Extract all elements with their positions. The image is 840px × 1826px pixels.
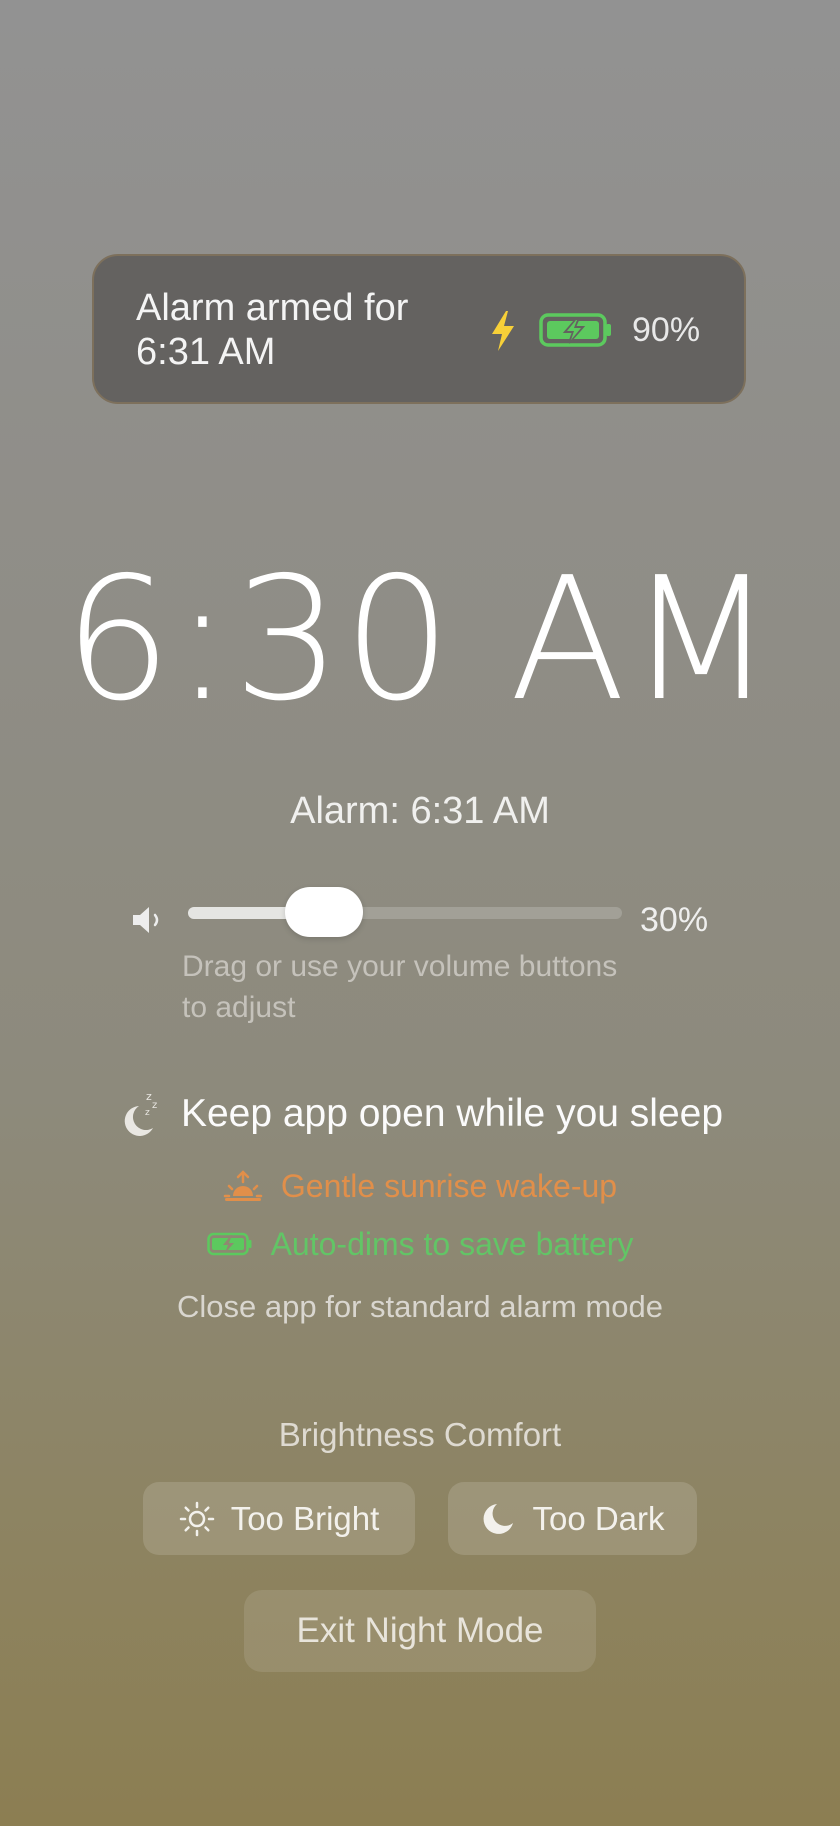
alarm-time-label: Alarm: 6:31 AM [290,790,550,832]
volume-slider-thumb[interactable] [285,887,364,937]
volume-hint-line2: to adjust [182,991,296,1024]
moon-zzz-icon: z z z [124,1090,157,1136]
moon-icon [484,1503,514,1534]
feature-sunrise-text: Gentle sunrise wake-up [280,1168,618,1204]
volume-slider-track[interactable] [188,907,622,919]
battery-charging-icon [539,313,611,347]
feature-battery: Auto-dims to save battery [0,1222,840,1266]
volume-percent: 30% [640,901,709,939]
alarm-armed-text: Alarm armed for 6:31 AM [136,286,436,374]
brightness-label: Brightness Comfort [278,1416,562,1453]
too-bright-label: Too Bright [230,1499,380,1537]
feature-sunrise: Gentle sunrise wake-up [0,1164,840,1208]
exit-night-mode-label: Exit Night Mode [296,1611,544,1650]
svg-text:z: z [152,1100,157,1111]
feature-battery-text: Auto-dims to save battery [270,1226,634,1262]
alarm-status-card: Alarm armed for 6:31 AM 90% [92,254,746,404]
current-time: 6:30 AM [63,541,777,739]
exit-night-mode-button[interactable]: Exit Night Mode [244,1590,596,1672]
battery-percent: 90% [632,311,701,349]
volume-hint: Drag or use your volume buttons to adjus… [182,946,682,1028]
bolt-icon [492,311,514,351]
sleep-title: Keep app open while you sleep [180,1092,724,1135]
alarm-armed-line1: Alarm armed for [136,287,409,329]
sleep-heading: z z z Keep app open while you sleep [0,1086,840,1142]
too-dark-label: Too Dark [532,1499,665,1537]
close-app-note: Close app for standard alarm mode [177,1289,663,1324]
too-dark-button[interactable]: Too Dark [448,1482,697,1555]
sun-icon [179,1501,214,1536]
svg-text:z: z [145,1108,150,1118]
speaker-icon [133,907,159,933]
battery-charging-icon [206,1232,252,1256]
too-bright-button[interactable]: Too Bright [143,1482,415,1555]
sunrise-icon [223,1170,263,1201]
volume-hint-line1: Drag or use your volume buttons [182,950,618,983]
alarm-armed-line2: 6:31 AM [136,331,276,373]
